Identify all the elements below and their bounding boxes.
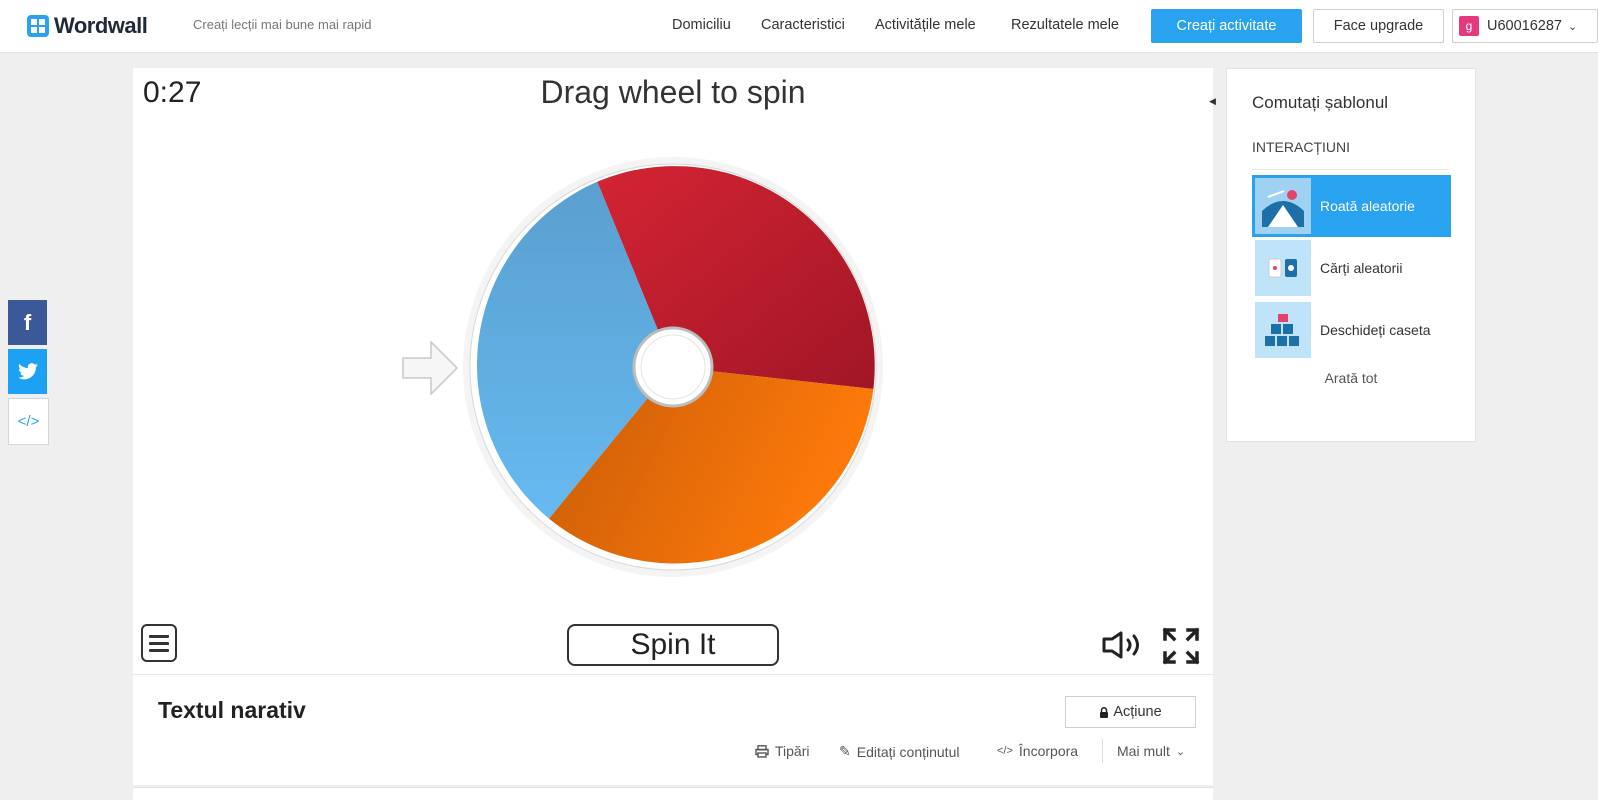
activity-info: Textul narativ Acțiune Tipări ✎ Editați … <box>133 674 1213 785</box>
fullscreen-icon[interactable] <box>1161 626 1201 666</box>
nav-my-results[interactable]: Rezultatele mele <box>1011 17 1119 33</box>
boxes-template-icon <box>1255 302 1311 358</box>
more-menu[interactable]: Mai mult ⌄ <box>1117 743 1185 759</box>
nav-my-activities[interactable]: Activitățile mele <box>875 17 976 33</box>
cards-template-icon <box>1255 240 1311 296</box>
top-navbar: Wordwall Creați lecții mai bune mai rapi… <box>0 0 1598 53</box>
nav-features[interactable]: Caracteristici <box>761 17 845 33</box>
menu-button[interactable] <box>141 624 177 662</box>
code-icon: </> <box>997 745 1013 757</box>
tagline: Creați lecții mai bune mai rapid <box>193 17 372 32</box>
template-open-box[interactable]: Deschideți caseta <box>1252 299 1451 361</box>
collapse-sidebar-icon[interactable]: ◀ <box>1209 96 1216 107</box>
template-label: Deschideți caseta <box>1320 322 1431 338</box>
divider <box>1102 739 1103 763</box>
game-panel: 0:27 Drag wheel to spin ◀ Spin It <box>133 68 1216 674</box>
twitter-icon <box>17 363 38 380</box>
embed-label: Încorpora <box>1018 743 1079 759</box>
chevron-down-icon: ⌄ <box>1175 745 1186 758</box>
user-name: U60016287 <box>1487 18 1562 34</box>
wordwall-logo[interactable]: Wordwall <box>27 13 148 39</box>
print-link[interactable]: Tipări <box>755 743 810 759</box>
avatar: g <box>1459 16 1479 36</box>
twitter-share-button[interactable] <box>8 349 47 394</box>
action-label: Acțiune <box>1113 704 1162 720</box>
template-label: Roată aleatorie <box>1320 198 1415 214</box>
spin-it-button[interactable]: Spin It <box>567 624 779 666</box>
template-random-cards[interactable]: Cărți aleatorii <box>1252 237 1451 299</box>
action-button[interactable]: Acțiune <box>1065 696 1196 728</box>
template-random-wheel[interactable]: Roată aleatorie <box>1252 175 1451 237</box>
lock-icon <box>1100 706 1109 718</box>
nav-home[interactable]: Domiciliu <box>672 17 731 33</box>
next-section-edge <box>133 787 1213 800</box>
divider <box>1252 169 1450 170</box>
print-label: Tipări <box>775 743 810 759</box>
embed-share-button[interactable]: </> <box>8 398 49 445</box>
more-label: Mai mult <box>1117 743 1170 759</box>
show-all-link[interactable]: Arată tot <box>1227 370 1475 386</box>
create-activity-button[interactable]: Creați activitate <box>1151 9 1302 43</box>
activity-title: Textul narativ <box>158 697 306 723</box>
printer-icon <box>755 744 769 758</box>
sound-icon[interactable] <box>1101 630 1145 660</box>
game-title: Drag wheel to spin <box>540 74 806 110</box>
upgrade-button[interactable]: Face upgrade <box>1313 9 1444 43</box>
facebook-share-button[interactable]: f <box>8 300 47 345</box>
facebook-icon: f <box>23 309 32 335</box>
embed-link[interactable]: </> Încorpora <box>997 743 1078 759</box>
section-heading: INTERACȚIUNI <box>1252 139 1350 155</box>
embed-icon: </> <box>17 413 40 430</box>
panel-title: Comutați șablonul <box>1252 93 1389 112</box>
wheel-pointer-icon <box>402 340 459 396</box>
edit-content-link[interactable]: ✎ Editați conținutul <box>839 743 959 760</box>
spin-wheel[interactable] <box>463 157 883 577</box>
edit-label: Editați conținutul <box>856 743 960 760</box>
switch-template-panel: Comutați șablonul INTERACȚIUNI Roată ale… <box>1226 68 1476 442</box>
chevron-down-icon: ⌄ <box>1568 20 1578 33</box>
wheel-template-icon <box>1255 178 1311 234</box>
wordwall-logo-icon <box>27 15 49 37</box>
user-menu[interactable]: g U60016287 ⌄ <box>1452 9 1598 43</box>
template-label: Cărți aleatorii <box>1320 260 1403 276</box>
pencil-icon: ✎ <box>839 743 851 759</box>
logo-text: Wordwall <box>54 13 148 38</box>
